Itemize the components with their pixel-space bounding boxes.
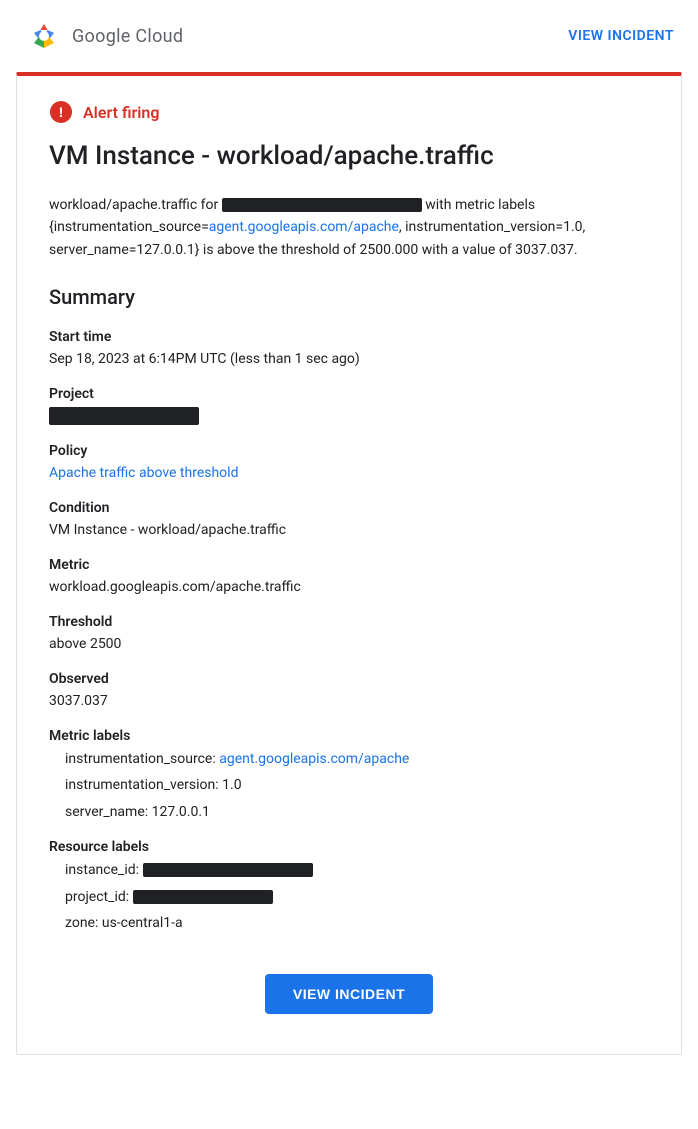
alert-firing-text: Alert firing xyxy=(83,103,159,122)
metric-labels-section: Metric labels instrumentation_source: ag… xyxy=(49,728,649,823)
server-name-value: 127.0.0.1 xyxy=(152,804,210,820)
observed-label: Observed xyxy=(49,671,649,687)
policy-link[interactable]: Apache traffic above threshold xyxy=(49,465,238,481)
instrumentation-version-label: instrumentation_version: xyxy=(65,777,219,793)
policy-label: Policy xyxy=(49,443,649,459)
instance-id-label: instance_id: xyxy=(65,862,139,878)
project-section: Project xyxy=(49,386,649,427)
redacted-project-id xyxy=(133,890,273,904)
start-time-section: Start time Sep 18, 2023 at 6:14PM UTC (l… xyxy=(49,329,649,370)
instrumentation-source-label: instrumentation_source: xyxy=(65,751,216,767)
threshold-value: above 2500 xyxy=(49,634,649,655)
project-value xyxy=(49,406,649,427)
logo: Google Cloud xyxy=(24,16,183,56)
project-id-label: project_id: xyxy=(65,889,129,905)
observed-value: 3037.037 xyxy=(49,691,649,712)
threshold-section: Threshold above 2500 xyxy=(49,614,649,655)
metric-section: Metric workload.googleapis.com/apache.tr… xyxy=(49,557,649,598)
zone-label: zone: xyxy=(65,915,98,931)
view-incident-link-top[interactable]: VIEW INCIDENT xyxy=(568,28,674,44)
policy-section: Policy Apache traffic above threshold xyxy=(49,443,649,484)
alert-title: VM Instance - workload/apache.traffic xyxy=(49,140,649,174)
redacted-instance-id xyxy=(143,863,313,877)
server-name-label: server_name: xyxy=(65,804,148,820)
zone-value: us-central1-a xyxy=(102,915,183,931)
instrumentation-version-value: 1.0 xyxy=(222,777,241,793)
condition-value: VM Instance - workload/apache.traffic xyxy=(49,520,649,541)
resource-label-project-id: project_id: xyxy=(65,886,649,908)
google-cloud-icon xyxy=(24,16,64,56)
alert-description: workload/apache.traffic for with metric … xyxy=(49,194,649,261)
metric-label-server-name: server_name: 127.0.0.1 xyxy=(65,801,649,823)
policy-value: Apache traffic above threshold xyxy=(49,463,649,484)
condition-label: Condition xyxy=(49,500,649,516)
metric-label-instrumentation-version: instrumentation_version: 1.0 xyxy=(65,774,649,796)
redacted-project-value xyxy=(49,407,199,425)
svg-text:!: ! xyxy=(59,104,64,120)
header: Google Cloud VIEW INCIDENT xyxy=(0,0,698,72)
threshold-label: Threshold xyxy=(49,614,649,630)
start-time-label: Start time xyxy=(49,329,649,345)
logo-text: Google Cloud xyxy=(72,26,183,47)
agent-link-description[interactable]: agent.googleapis.com/apache xyxy=(209,219,399,235)
resource-label-instance-id: instance_id: xyxy=(65,859,649,881)
metric-label: Metric xyxy=(49,557,649,573)
summary-heading: Summary xyxy=(49,285,649,309)
condition-section: Condition VM Instance - workload/apache.… xyxy=(49,500,649,541)
metric-labels-label: Metric labels xyxy=(49,728,649,744)
bottom-btn-area: VIEW INCIDENT xyxy=(49,974,649,1014)
view-incident-button[interactable]: VIEW INCIDENT xyxy=(265,974,433,1014)
resource-labels-label: Resource labels xyxy=(49,839,649,855)
metric-value: workload.googleapis.com/apache.traffic xyxy=(49,577,649,598)
resource-labels-section: Resource labels instance_id: project_id:… xyxy=(49,839,649,934)
instrumentation-source-link[interactable]: agent.googleapis.com/apache xyxy=(219,751,409,767)
project-label: Project xyxy=(49,386,649,402)
resource-label-zone: zone: us-central1-a xyxy=(65,912,649,934)
start-time-value: Sep 18, 2023 at 6:14PM UTC (less than 1 … xyxy=(49,349,649,370)
alert-firing-row: ! Alert firing xyxy=(49,100,649,124)
observed-section: Observed 3037.037 xyxy=(49,671,649,712)
redacted-resource xyxy=(222,198,422,212)
metric-label-instrumentation-source: instrumentation_source: agent.googleapis… xyxy=(65,748,649,770)
alert-card: ! Alert firing VM Instance - workload/ap… xyxy=(16,72,682,1055)
alert-icon: ! xyxy=(49,100,73,124)
description-prefix: workload/apache.traffic for xyxy=(49,197,218,213)
